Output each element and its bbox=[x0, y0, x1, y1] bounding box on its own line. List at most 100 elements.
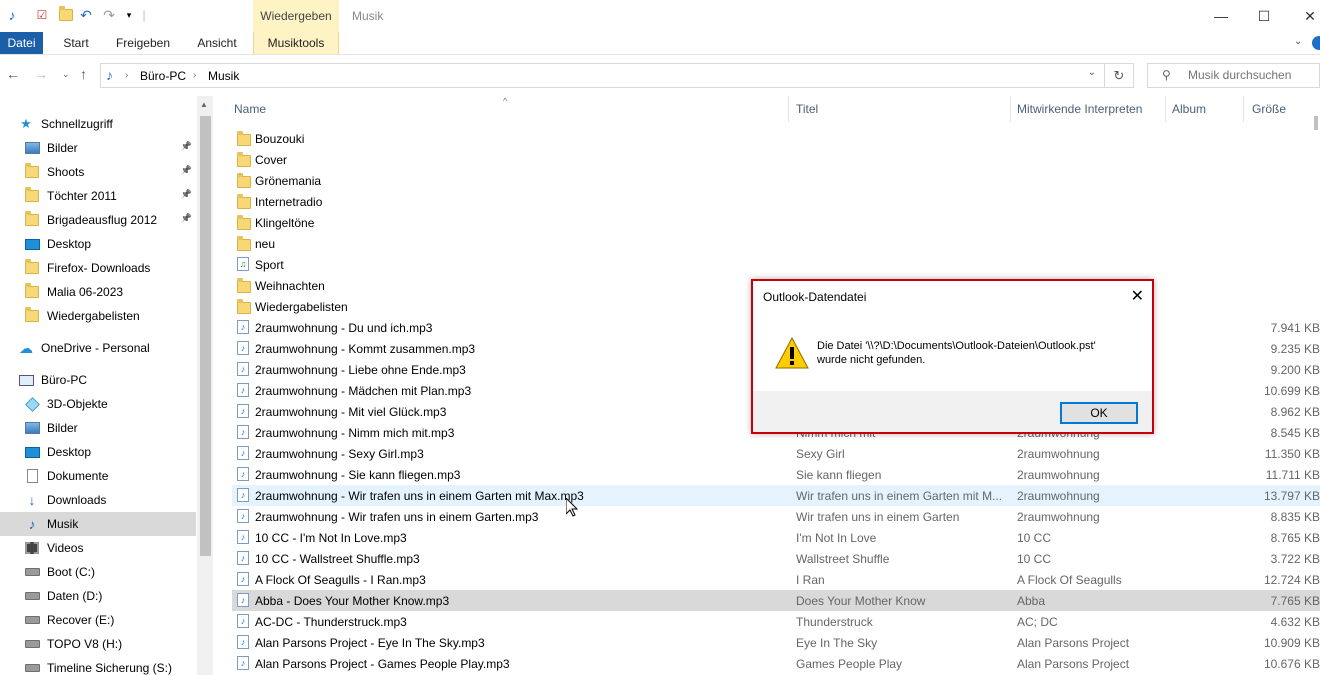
maximize-button[interactable]: ☐ bbox=[1241, 0, 1287, 32]
tab-freigeben[interactable]: Freigeben bbox=[108, 32, 178, 54]
properties-icon[interactable]: ☑ bbox=[34, 7, 50, 23]
pin-icon[interactable]: 📌 bbox=[181, 213, 192, 224]
tab-ansicht[interactable]: Ansicht bbox=[188, 32, 246, 54]
sidebar-item[interactable]: Dokumente bbox=[0, 464, 196, 488]
folder-row[interactable]: ♫ Sport bbox=[232, 254, 1320, 275]
folder-row[interactable]: Grönemania bbox=[232, 170, 1320, 191]
help-icon[interactable] bbox=[1312, 36, 1320, 50]
file-row[interactable]: ♪ 2raumwohnung - Wir trafen uns in einem … bbox=[232, 485, 1320, 506]
desktop-icon bbox=[24, 236, 40, 252]
redo-icon[interactable]: ↷ bbox=[101, 7, 117, 23]
file-row[interactable]: ♪ 2raumwohnung - Wir trafen uns in einem … bbox=[232, 506, 1320, 527]
column-divider[interactable] bbox=[1010, 96, 1011, 122]
sidebar-item[interactable]: Timeline Sicherung (S:) bbox=[0, 656, 196, 675]
minimize-button[interactable]: — bbox=[1198, 0, 1244, 32]
address-dropdown-icon[interactable]: ⌄ bbox=[1088, 67, 1096, 78]
file-row[interactable]: ♪ 2raumwohnung - Sexy Girl.mp3 Sexy Girl 2r… bbox=[232, 443, 1320, 464]
column-header-groesse[interactable]: Größe bbox=[1252, 102, 1286, 116]
pin-icon[interactable]: 📌 bbox=[181, 189, 192, 200]
audio-file-icon: ♪ bbox=[237, 635, 249, 649]
pin-icon[interactable]: 📌 bbox=[181, 165, 192, 176]
file-title: Wir trafen uns in einem Garten bbox=[796, 510, 960, 524]
tab-datei[interactable]: Datei bbox=[0, 32, 43, 54]
tab-musiktools[interactable]: Musiktools bbox=[253, 32, 339, 54]
search-box[interactable]: ⚲ bbox=[1147, 63, 1320, 88]
sidebar-item[interactable]: Boot (C:) bbox=[0, 560, 196, 584]
file-name: neu bbox=[255, 237, 276, 251]
undo-icon[interactable]: ↶ bbox=[78, 7, 94, 23]
sidebar-item[interactable]: Wiedergabelisten bbox=[0, 304, 196, 328]
file-row[interactable]: ♪ 10 CC - I'm Not In Love.mp3 I'm Not In L… bbox=[232, 527, 1320, 548]
column-divider[interactable] bbox=[1243, 96, 1244, 122]
file-row[interactable]: ♪ Abba - Does Your Mother Know.mp3 Does Yo… bbox=[232, 590, 1320, 611]
folder-row[interactable]: Bouzouki bbox=[232, 128, 1320, 149]
sidebar-item[interactable]: Malia 06-2023 bbox=[0, 280, 196, 304]
folder-row[interactable]: Internetradio bbox=[232, 191, 1320, 212]
pin-icon[interactable]: 📌 bbox=[181, 141, 192, 152]
breadcrumb-musik[interactable]: Musik bbox=[208, 69, 239, 83]
sidebar-item[interactable]: Desktop bbox=[0, 232, 196, 256]
file-name: Abba - Does Your Mother Know.mp3 bbox=[255, 594, 450, 608]
folder-row[interactable]: Cover bbox=[232, 149, 1320, 170]
refresh-button[interactable]: ↻ bbox=[1105, 63, 1134, 88]
breadcrumb-buero-pc[interactable]: Büro-PC bbox=[140, 69, 186, 83]
file-row[interactable]: ♪ Alan Parsons Project - Games People Pla… bbox=[232, 653, 1320, 674]
breadcrumb-separator-icon[interactable]: › bbox=[193, 70, 196, 81]
address-bar[interactable]: ♪ › Büro-PC › Musik ⌄ bbox=[100, 63, 1105, 88]
sidebar-item[interactable]: TOPO V8 (H:) bbox=[0, 632, 196, 656]
sidebar-item[interactable]: Töchter 2011 📌 bbox=[0, 184, 196, 208]
sidebar-item[interactable]: ☁ OneDrive - Personal bbox=[0, 336, 196, 360]
file-size: 9.200 KB bbox=[1270, 363, 1320, 377]
column-divider[interactable] bbox=[788, 96, 789, 122]
customize-toolbar-icon[interactable]: ▾ bbox=[121, 7, 137, 23]
sidebar-item[interactable]: ↓ Downloads bbox=[0, 488, 196, 512]
column-divider[interactable] bbox=[1165, 96, 1166, 122]
file-size: 12.724 KB bbox=[1263, 573, 1320, 587]
forward-icon[interactable]: → bbox=[34, 66, 48, 82]
file-row[interactable]: ♪ 10 CC - Wallstreet Shuffle.mp3 Wallstree… bbox=[232, 548, 1320, 569]
ok-button[interactable]: OK bbox=[1060, 402, 1138, 424]
breadcrumb-separator-icon[interactable]: › bbox=[125, 70, 128, 81]
file-size: 3.722 KB bbox=[1270, 552, 1320, 566]
file-row[interactable]: ♪ AC-DC - Thunderstruck.mp3 Thunderstruck A… bbox=[232, 611, 1320, 632]
window-title: Musik bbox=[352, 9, 384, 23]
sidebar-item[interactable]: Bilder bbox=[0, 416, 196, 440]
sidebar-item[interactable]: Recover (E:) bbox=[0, 608, 196, 632]
column-header-titel[interactable]: Titel bbox=[796, 102, 818, 116]
audio-file-icon: ♪ bbox=[237, 383, 249, 397]
sidebar-item[interactable]: Daten (D:) bbox=[0, 584, 196, 608]
close-window-button[interactable]: ✕ bbox=[1287, 0, 1320, 32]
file-row[interactable]: ♪ 2raumwohnung - Sie kann fliegen.mp3 Sie … bbox=[232, 464, 1320, 485]
drive-icon bbox=[24, 660, 40, 675]
column-header-album[interactable]: Album bbox=[1172, 102, 1206, 116]
sidebar-item[interactable]: Desktop bbox=[0, 440, 196, 464]
sidebar-item[interactable]: ★ Schnellzugriff bbox=[0, 112, 196, 136]
column-header-name[interactable]: Name bbox=[234, 102, 266, 116]
expand-ribbon-icon[interactable]: ⌄ bbox=[1294, 36, 1302, 47]
file-row[interactable]: ♪ A Flock Of Seagulls - I Ran.mp3 I Ran A F… bbox=[232, 569, 1320, 590]
folder-row[interactable]: Klingeltöne bbox=[232, 212, 1320, 233]
drive-icon bbox=[24, 636, 40, 652]
sidebar-item[interactable]: ♪ Musik bbox=[0, 512, 196, 536]
sidebar-item[interactable]: Firefox- Downloads bbox=[0, 256, 196, 280]
recent-locations-icon[interactable]: ⌄ bbox=[62, 69, 70, 80]
sidebar-item[interactable]: Shoots 📌 bbox=[0, 160, 196, 184]
scroll-up-icon[interactable]: ▲ bbox=[200, 100, 208, 109]
sidebar-item[interactable]: 3D-Objekte bbox=[0, 392, 196, 416]
content-scroll-thumb[interactable] bbox=[1314, 116, 1318, 130]
file-size: 10.699 KB bbox=[1263, 384, 1320, 398]
sidebar-item[interactable]: Bilder 📌 bbox=[0, 136, 196, 160]
file-row[interactable]: ♪ Alan Parsons Project - Eye In The Sky.m… bbox=[232, 632, 1320, 653]
search-input[interactable] bbox=[1188, 68, 1318, 82]
sidebar-item[interactable]: Brigadeausflug 2012 📌 bbox=[0, 208, 196, 232]
folder-row[interactable]: neu bbox=[232, 233, 1320, 254]
up-icon[interactable]: ↑ bbox=[80, 66, 87, 82]
sidebar-item[interactable]: Büro-PC bbox=[0, 368, 196, 392]
dialog-close-button[interactable]: ✕ bbox=[1131, 286, 1144, 306]
sidebar-item[interactable]: Videos bbox=[0, 536, 196, 560]
tab-start[interactable]: Start bbox=[52, 32, 100, 54]
column-header-interpreten[interactable]: Mitwirkende Interpreten bbox=[1017, 102, 1142, 116]
back-icon[interactable]: ← bbox=[6, 66, 20, 82]
sidebar-scroll-thumb[interactable] bbox=[200, 116, 211, 556]
new-folder-icon[interactable] bbox=[58, 6, 74, 23]
